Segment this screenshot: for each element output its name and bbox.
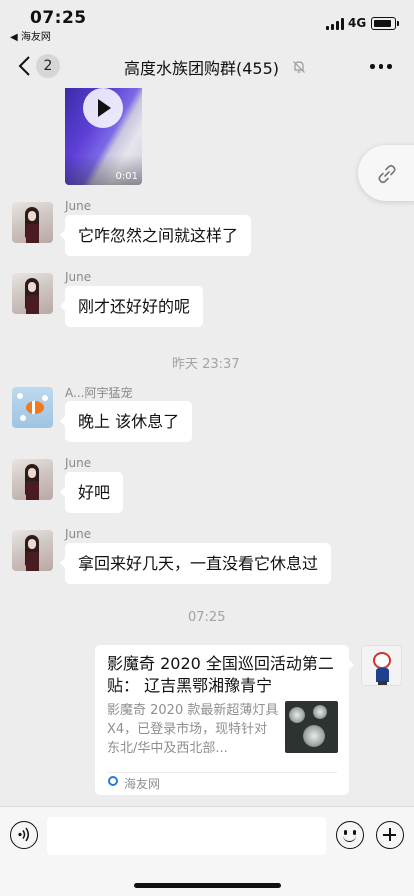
signal-icon <box>326 18 344 30</box>
link-card-title: 影魔奇 2020 全国巡回活动第二贴： 辽吉黑鄂湘豫青宁 <box>107 654 334 695</box>
chat-header: 2 高度水族团购群(455) <box>0 44 414 88</box>
message-bubble[interactable]: 好吧 <box>59 472 124 513</box>
video-message[interactable]: 0:01 <box>65 88 142 185</box>
status-time: 07:25 <box>30 8 87 28</box>
status-bar: 07:25 ◀ 海友网 4G <box>0 0 414 44</box>
back-to-app-link[interactable]: ◀ 海友网 <box>10 28 51 43</box>
mute-bell-icon <box>292 59 306 73</box>
avatar[interactable] <box>12 202 53 243</box>
avatar[interactable] <box>12 387 53 428</box>
link-card-thumbnail <box>285 701 338 753</box>
link-card-description: 影魔奇 2020 款最新超薄灯具 X4，已登录市场，现特针对东北/华中及西北部.… <box>107 703 279 756</box>
plus-icon[interactable] <box>376 821 404 849</box>
message-bubble[interactable]: 拿回来好几天，一直没看它休息过 <box>59 543 332 584</box>
my-avatar[interactable] <box>361 645 402 686</box>
voice-icon[interactable] <box>10 821 38 849</box>
sender-name: June <box>65 527 92 541</box>
avatar[interactable] <box>12 530 53 571</box>
avatar[interactable] <box>12 459 53 500</box>
link-card-message[interactable]: 影魔奇 2020 全国巡回活动第二贴： 辽吉黑鄂湘豫青宁 影魔奇 2020 款最… <box>95 645 354 795</box>
battery-icon <box>371 17 399 30</box>
video-duration: 0:01 <box>115 171 138 182</box>
home-indicator <box>134 883 281 888</box>
unread-count-badge[interactable]: 2 <box>36 54 60 78</box>
emoji-icon[interactable] <box>336 821 364 849</box>
timestamp-divider: 07:25 <box>188 610 226 625</box>
divider <box>107 772 337 773</box>
message-bubble[interactable]: 刚才还好好的呢 <box>59 286 204 327</box>
back-chevron-icon[interactable] <box>14 54 38 78</box>
link-float-button[interactable] <box>358 145 414 201</box>
timestamp-divider: 昨天 23:37 <box>172 357 240 372</box>
link-card-source: 海友网 <box>124 777 161 791</box>
network-type: 4G <box>348 16 367 30</box>
sender-name: June <box>65 270 92 284</box>
link-icon <box>378 164 396 184</box>
sender-name: June <box>65 456 92 470</box>
sender-name: June <box>65 199 92 213</box>
avatar[interactable] <box>12 273 53 314</box>
more-dots-icon[interactable] <box>370 64 392 69</box>
sender-name: A...阿宇猛宠 <box>65 386 133 400</box>
play-icon[interactable] <box>83 88 123 128</box>
chat-title[interactable]: 高度水族团购群(455) <box>124 55 279 79</box>
source-logo-icon <box>108 776 118 786</box>
message-bubble[interactable]: 晚上 该休息了 <box>59 401 193 442</box>
message-input[interactable] <box>47 817 326 855</box>
message-bubble[interactable]: 它咋忽然之间就这样了 <box>59 215 252 256</box>
